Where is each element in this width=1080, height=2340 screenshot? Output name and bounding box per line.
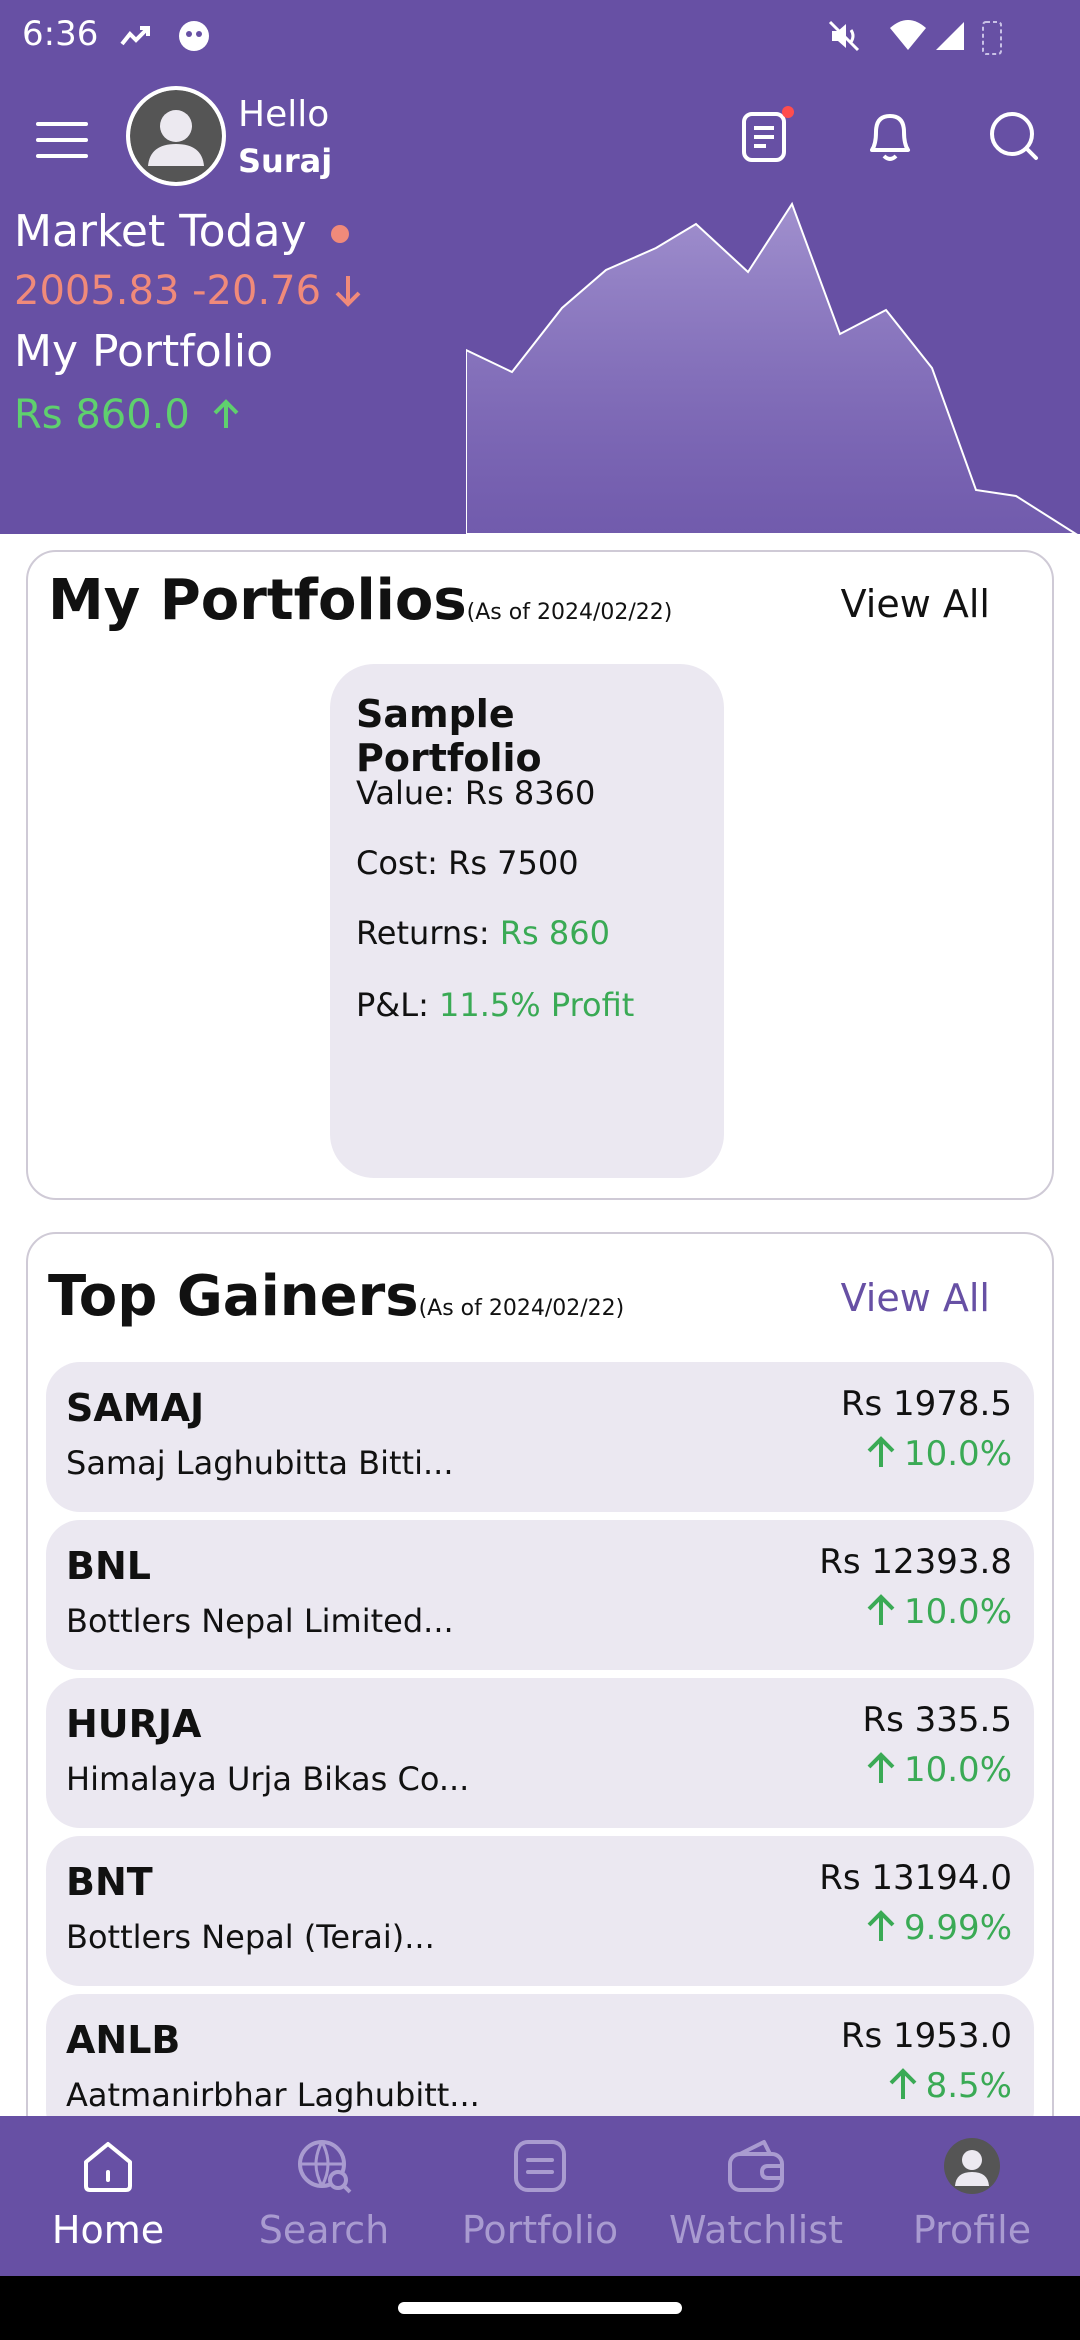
bell-icon[interactable] xyxy=(858,104,922,168)
stock-change: 10.0% xyxy=(864,1750,1012,1790)
company-name: Bottlers Nepal (Terai)... xyxy=(66,1918,435,1956)
arrow-up-icon xyxy=(867,1752,895,1783)
gainer-row[interactable]: SAMAJ Samaj Laghubitta Bitti... Rs 1978.… xyxy=(46,1362,1034,1512)
portfolio-pl: P&L: 11.5% Profit xyxy=(356,986,635,1024)
arrow-up-icon xyxy=(867,1910,895,1941)
menu-icon[interactable] xyxy=(36,122,88,158)
profile-avatar-icon xyxy=(944,2138,1000,2194)
market-index: 2005.83 -20.76 xyxy=(14,268,362,314)
nav-search[interactable]: Search xyxy=(216,2116,432,2276)
arrow-up-icon xyxy=(867,1594,895,1625)
market-today-title: Market Today xyxy=(14,206,349,257)
bottom-navigation: Home Search Portfolio Watchlist Profile xyxy=(0,2116,1080,2276)
nav-profile[interactable]: Profile xyxy=(864,2116,1080,2276)
gainer-row[interactable]: HURJA Himalaya Urja Bikas Co... Rs 335.5… xyxy=(46,1678,1034,1828)
portfolio-returns: Returns: Rs 860 xyxy=(356,914,610,952)
portfolios-view-all-link[interactable]: View All xyxy=(841,582,990,626)
arrow-up-icon xyxy=(889,2068,917,2099)
stock-change: 9.99% xyxy=(864,1908,1012,1948)
app-notification-icon xyxy=(179,21,209,51)
stock-price: Rs 1953.0 xyxy=(840,2016,1012,2056)
stock-symbol: BNT xyxy=(66,1860,153,1904)
nav-home-label: Home xyxy=(51,2208,165,2252)
gainer-row[interactable]: BNL Bottlers Nepal Limited... Rs 12393.8… xyxy=(46,1520,1034,1670)
stock-price: Rs 12393.8 xyxy=(819,1542,1012,1582)
user-silhouette-icon xyxy=(130,90,222,182)
top-app-bar: Hello Suraj xyxy=(0,84,1080,194)
portfolio-card-sample[interactable]: Sample Portfolio Value: Rs 8360 Cost: Rs… xyxy=(330,664,724,1178)
market-trend-chart xyxy=(466,201,1078,534)
arrow-up-icon xyxy=(213,399,238,428)
live-dot xyxy=(330,225,349,243)
user-name: Suraj xyxy=(238,142,333,180)
my-portfolio-label: My Portfolio xyxy=(14,326,273,377)
stock-change: 10.0% xyxy=(864,1434,1012,1474)
portfolio-value: Value: Rs 8360 xyxy=(356,774,596,812)
nav-profile-label: Profile xyxy=(912,2208,1032,2252)
company-name: Aatmanirbhar Laghubitt... xyxy=(66,2076,480,2114)
stock-price: Rs 335.5 xyxy=(862,1700,1012,1740)
header: 6:36 Hello Suraj Market Today 2005.83 -2… xyxy=(0,0,1080,534)
nav-search-label: Search xyxy=(258,2208,390,2252)
stock-symbol: BNL xyxy=(66,1544,151,1588)
stock-change: 8.5% xyxy=(886,2066,1012,2106)
search-icon[interactable] xyxy=(982,104,1046,168)
gesture-bar xyxy=(0,2276,1080,2340)
gainers-view-all-link[interactable]: View All xyxy=(841,1276,990,1320)
mute-icon xyxy=(828,20,860,52)
status-time: 6:36 xyxy=(22,14,99,54)
greeting-text: Hello xyxy=(238,94,330,135)
portfolio-cost: Cost: Rs 7500 xyxy=(356,844,579,882)
company-name: Samaj Laghubitta Bitti... xyxy=(66,1444,454,1482)
top-gainers-title: Top Gainers(As of 2024/02/22) xyxy=(48,1264,625,1329)
stock-price: Rs 13194.0 xyxy=(819,1858,1012,1898)
my-portfolios-title: My Portfolios(As of 2024/02/22) xyxy=(48,568,673,633)
globe-search-icon xyxy=(298,2140,352,2194)
portfolio-name: Sample Portfolio xyxy=(356,692,542,780)
stock-price: Rs 1978.5 xyxy=(840,1384,1012,1424)
gainers-as-of: (As of 2024/02/22) xyxy=(418,1296,625,1321)
gainer-row[interactable]: BNT Bottlers Nepal (Terai)... Rs 13194.0… xyxy=(46,1836,1034,1986)
arrow-down-icon xyxy=(335,276,361,307)
company-name: Bottlers Nepal Limited... xyxy=(66,1602,454,1640)
wifi-icon xyxy=(890,20,926,50)
wallet-icon xyxy=(728,2140,784,2192)
portfolios-as-of: (As of 2024/02/22) xyxy=(466,600,673,625)
portfolio-icon xyxy=(514,2140,566,2192)
status-bar: 6:36 xyxy=(0,0,1080,76)
company-name: Himalaya Urja Bikas Co... xyxy=(66,1760,470,1798)
nav-watchlist-label: Watchlist xyxy=(668,2208,844,2252)
portfolio-return: Rs 860.0 xyxy=(14,392,241,438)
signal-icon xyxy=(936,22,964,50)
nav-portfolio[interactable]: Portfolio xyxy=(432,2116,648,2276)
nav-portfolio-label: Portfolio xyxy=(461,2208,619,2252)
home-icon xyxy=(84,2142,132,2192)
arrow-up-icon xyxy=(867,1436,895,1467)
news-icon[interactable] xyxy=(734,104,798,168)
nav-watchlist[interactable]: Watchlist xyxy=(648,2116,864,2276)
trend-icon xyxy=(120,26,150,46)
home-indicator[interactable] xyxy=(398,2302,682,2314)
avatar[interactable] xyxy=(126,86,226,186)
stock-change: 10.0% xyxy=(864,1592,1012,1632)
stock-symbol: HURJA xyxy=(66,1702,202,1746)
battery-icon xyxy=(982,21,1002,55)
stock-symbol: ANLB xyxy=(66,2018,181,2062)
nav-home[interactable]: Home xyxy=(0,2116,216,2276)
stock-symbol: SAMAJ xyxy=(66,1386,205,1430)
